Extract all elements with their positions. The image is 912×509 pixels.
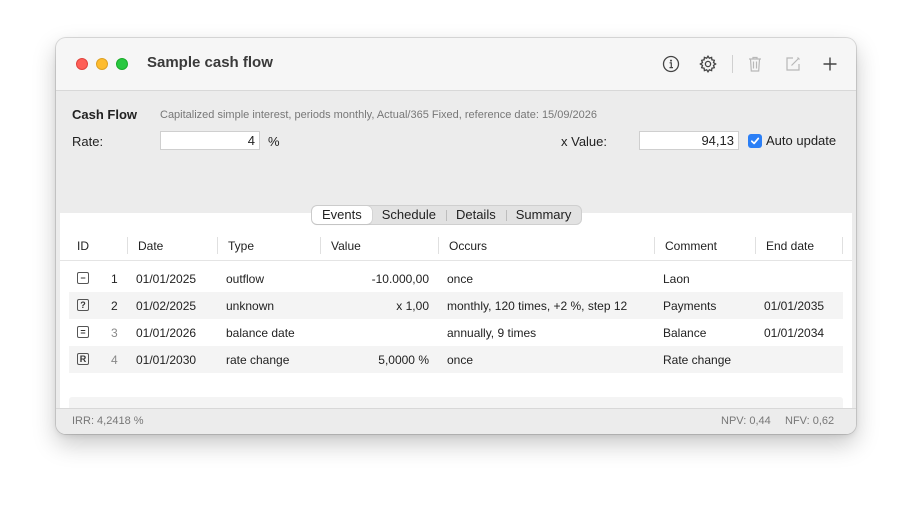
- cell-type: balance date: [226, 326, 295, 340]
- table-header: ID Date Type Value Occurs Comment End da…: [60, 232, 852, 261]
- table-row[interactable]: = 3 01/01/2026 balance date annually, 9 …: [69, 319, 843, 346]
- irr-status: IRR: 4,2418 %: [72, 415, 144, 427]
- cell-date: 01/02/2025: [136, 299, 197, 313]
- tab-events[interactable]: Events: [312, 206, 372, 224]
- cell-type: outflow: [226, 272, 265, 286]
- table-row[interactable]: R 4 01/01/2030 rate change 5,0000 % once…: [69, 346, 843, 373]
- minimize-window-button[interactable]: [96, 58, 108, 70]
- cell-occurs: monthly, 120 times, +2 %, step 12: [447, 299, 628, 313]
- tab-details[interactable]: Details: [445, 206, 506, 224]
- cell-end-date: 01/01/2035: [764, 299, 825, 313]
- cell-id: 2: [111, 299, 118, 313]
- column-divider[interactable]: [320, 237, 321, 254]
- column-divider[interactable]: [842, 237, 843, 254]
- auto-update-checkbox[interactable]: [748, 134, 762, 148]
- cell-date: 01/01/2026: [136, 326, 197, 340]
- minus-box-icon: −: [77, 272, 89, 284]
- cell-comment: Balance: [663, 326, 707, 340]
- column-divider[interactable]: [217, 237, 218, 254]
- npv-status: NPV: 0,44: [721, 415, 771, 427]
- column-divider[interactable]: [438, 237, 439, 254]
- section-description: Capitalized simple interest, periods mon…: [160, 109, 597, 121]
- plus-icon: [823, 57, 837, 71]
- column-header-occurs[interactable]: Occurs: [449, 239, 487, 253]
- question-box-icon: ?: [77, 299, 89, 311]
- auto-update-label: Auto update: [766, 133, 837, 148]
- cell-comment: Laon: [663, 272, 690, 286]
- title-bar: Sample cash flow: [56, 38, 856, 91]
- cell-occurs: annually, 9 times: [447, 326, 537, 340]
- tab-summary[interactable]: Summary: [505, 206, 582, 224]
- tab-schedule[interactable]: Schedule: [372, 206, 446, 224]
- r-box-icon: R: [77, 353, 89, 365]
- status-bar: IRR: 4,2418 % NPV: 0,44 NFV: 0,62: [56, 408, 856, 434]
- settings-button[interactable]: [696, 52, 720, 76]
- cell-type: rate change: [226, 353, 290, 367]
- rate-label: Rate:: [72, 134, 104, 149]
- cell-value: -10.000,00: [371, 272, 429, 286]
- gear-icon: [699, 55, 717, 73]
- cell-comment: Payments: [663, 299, 717, 313]
- cell-end-date: 01/01/2034: [764, 326, 825, 340]
- zoom-window-button[interactable]: [116, 58, 128, 70]
- trash-icon: [749, 56, 761, 72]
- column-divider[interactable]: [755, 237, 756, 254]
- cell-occurs: once: [447, 272, 474, 286]
- column-divider[interactable]: [654, 237, 655, 254]
- column-header-end-date[interactable]: End date: [766, 239, 814, 253]
- cell-value: 5,0000 %: [378, 353, 429, 367]
- app-window: Sample cash flow Cash Flow Capitalized s…: [56, 38, 856, 434]
- edit-button[interactable]: [781, 52, 805, 76]
- delete-button[interactable]: [743, 52, 767, 76]
- cell-id: 1: [111, 272, 118, 286]
- xvalue-label: x Value:: [561, 134, 608, 149]
- cell-value: x 1,00: [396, 299, 429, 313]
- section-title: Cash Flow: [72, 107, 138, 122]
- cell-id: 4: [111, 353, 118, 367]
- cell-date: 01/01/2025: [136, 272, 197, 286]
- column-divider[interactable]: [127, 237, 128, 254]
- table-row[interactable]: ? 2 01/02/2025 unknown x 1,00 monthly, 1…: [69, 292, 843, 319]
- info-circle-icon: [662, 55, 680, 73]
- column-header-comment[interactable]: Comment: [665, 239, 717, 253]
- content-area: Cash Flow Capitalized simple interest, p…: [56, 91, 856, 434]
- toolbar-separator: [732, 55, 733, 73]
- column-header-type[interactable]: Type: [228, 239, 254, 253]
- checkmark-icon: [750, 137, 760, 145]
- table-row[interactable]: − 1 01/01/2025 outflow -10.000,00 once L…: [69, 265, 843, 292]
- close-window-button[interactable]: [76, 58, 88, 70]
- rate-unit: %: [268, 134, 280, 149]
- rate-input[interactable]: 4: [160, 131, 260, 150]
- cell-comment: Rate change: [663, 353, 732, 367]
- compose-icon: [786, 57, 800, 71]
- tab-bar: Events Schedule Details Summary: [311, 205, 583, 225]
- cell-id: 3: [111, 326, 118, 340]
- nfv-status: NFV: 0,62: [785, 415, 835, 427]
- info-button[interactable]: [659, 52, 683, 76]
- column-header-value[interactable]: Value: [331, 239, 361, 253]
- column-header-id[interactable]: ID: [77, 239, 89, 253]
- cell-date: 01/01/2030: [136, 353, 197, 367]
- cell-occurs: once: [447, 353, 474, 367]
- column-header-date[interactable]: Date: [138, 239, 163, 253]
- add-button[interactable]: [818, 52, 842, 76]
- cell-type: unknown: [226, 299, 275, 313]
- xvalue-input[interactable]: 94,13: [639, 131, 739, 150]
- window-title: Sample cash flow: [147, 54, 273, 71]
- equals-box-icon: =: [77, 326, 89, 338]
